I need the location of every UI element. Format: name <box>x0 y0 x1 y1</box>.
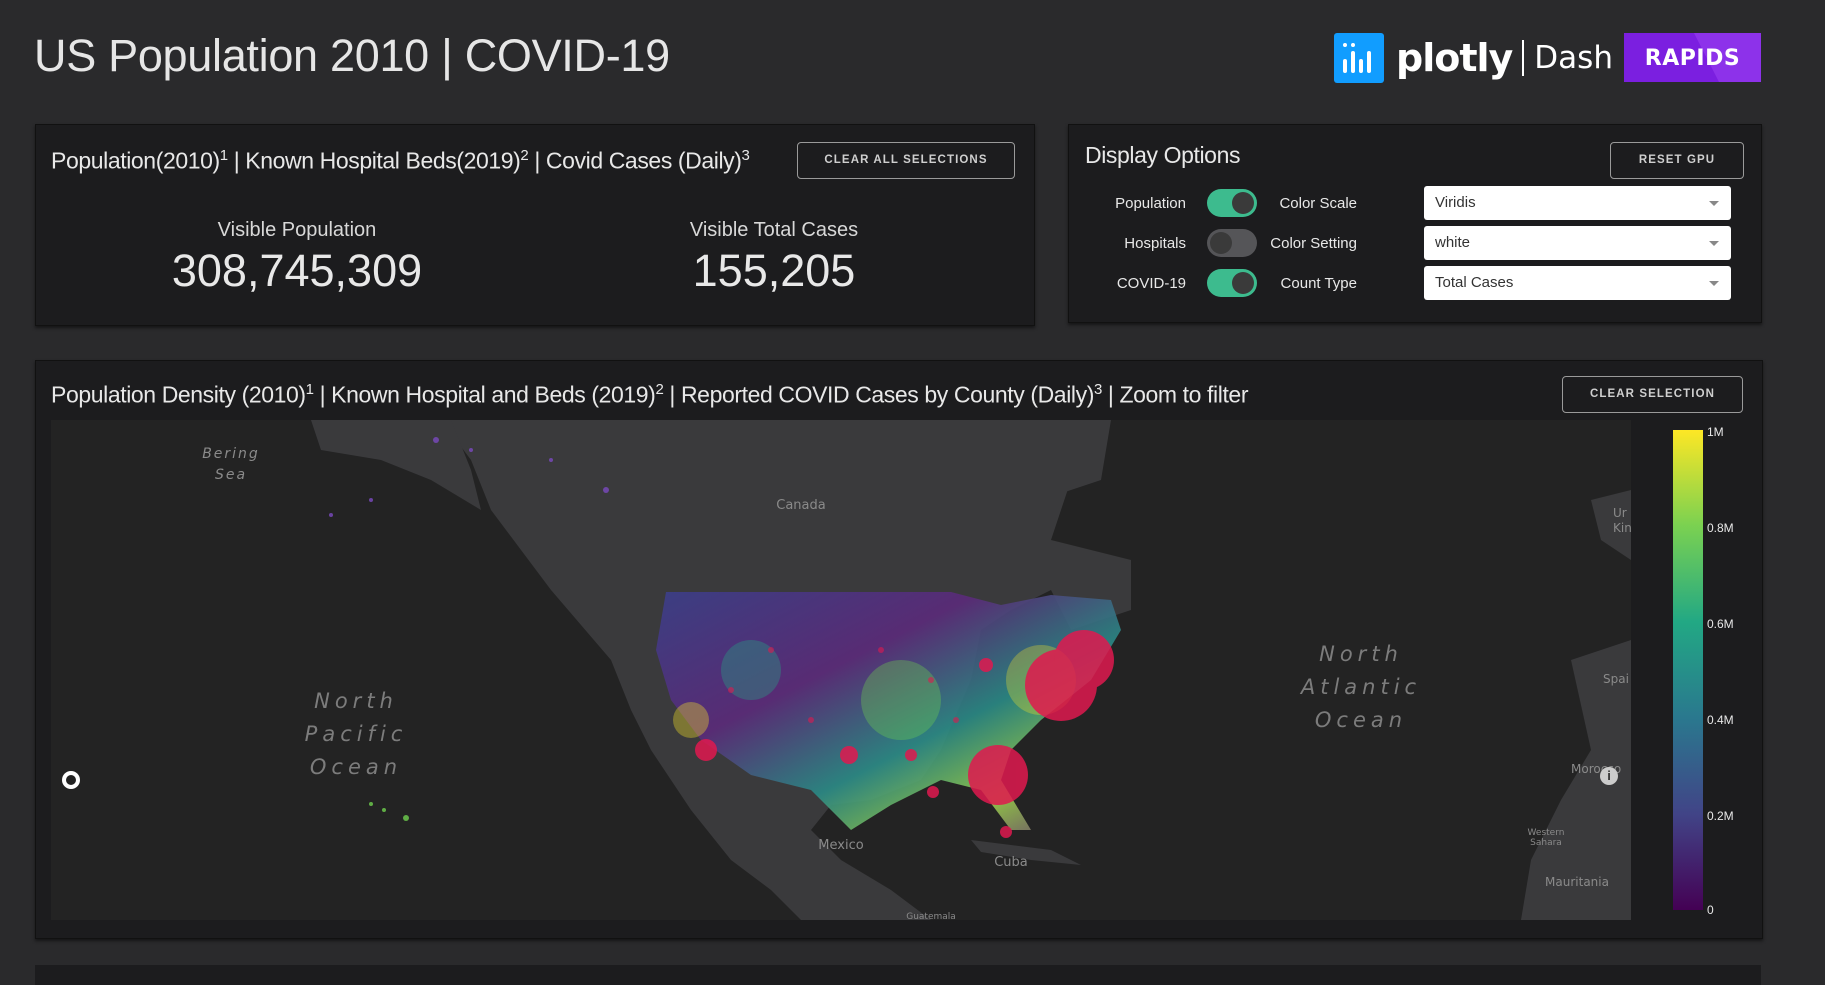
clear-all-selections-button[interactable]: CLEAR ALL SELECTIONS <box>797 142 1015 179</box>
covid-toggle-label: COVID-19 <box>1116 275 1186 292</box>
spain-label: Spai <box>1603 672 1629 686</box>
colorbar-tick: 0 <box>1707 903 1714 917</box>
info-icon[interactable]: i <box>1600 767 1618 785</box>
next-panel-edge <box>35 965 1761 985</box>
chevron-down-icon <box>1709 241 1719 246</box>
north-pacific-ocean-label: North Pacific Ocean <box>304 689 408 779</box>
color-scale-select[interactable]: Viridis <box>1424 186 1731 220</box>
alaska-landmass <box>311 420 481 510</box>
visible-population-value: 308,745,309 <box>171 245 423 296</box>
colorbar-tick: 0.2M <box>1707 809 1734 823</box>
display-options-panel: Display Options RESET GPU Population Hos… <box>1068 124 1762 323</box>
page-title: US Population 2010 | COVID-19 <box>34 30 670 81</box>
stats-panel-title: Population(2010)1 | Known Hospital Beds(… <box>51 147 750 174</box>
uk-label: UrKing <box>1613 506 1631 535</box>
colorbar-tick: 0.4M <box>1707 713 1734 727</box>
plotly-wordmark: plotly <box>1396 36 1513 80</box>
color-scale-label: Color Scale <box>1279 195 1357 212</box>
color-setting-select[interactable]: white <box>1424 226 1731 260</box>
logo-separator <box>1522 40 1525 76</box>
count-type-label: Count Type <box>1280 275 1357 292</box>
color-setting-label: Color Setting <box>1270 235 1357 252</box>
visible-population-label: Visible Population <box>217 219 377 241</box>
cuba-label: Cuba <box>994 855 1028 870</box>
chevron-down-icon <box>1709 201 1719 206</box>
colorbar-tick: 0.8M <box>1707 521 1734 535</box>
chevron-down-icon <box>1709 281 1719 286</box>
clear-selection-button[interactable]: CLEAR SELECTION <box>1562 376 1743 413</box>
plotly-dash-logo[interactable]: plotly Dash <box>1334 32 1613 84</box>
bering-sea-label: Bering Sea <box>202 446 260 483</box>
reset-gpu-button[interactable]: RESET GPU <box>1610 142 1744 179</box>
visible-cases-value: 155,205 <box>692 245 856 296</box>
map-panel-title: Population Density (2010)1 | Known Hospi… <box>51 381 1249 408</box>
stats-panel: Population(2010)1 | Known Hospital Beds(… <box>35 124 1035 326</box>
rapids-wordmark: RAPIDS <box>1644 46 1741 71</box>
mexico-label: Mexico <box>818 838 864 853</box>
guatemala-label: Guatemala <box>906 912 956 920</box>
canada-label: Canada <box>776 498 826 513</box>
mauritania-label: Mauritania <box>1545 875 1609 889</box>
colorbar-tick: 1M <box>1707 425 1724 439</box>
rapids-logo[interactable]: RAPIDS <box>1624 33 1761 82</box>
count-type-select[interactable]: Total Cases <box>1424 266 1731 300</box>
dash-wordmark: Dash <box>1534 40 1613 76</box>
colorbar-tick: 0.6M <box>1707 617 1734 631</box>
plotly-logo-icon <box>1334 33 1384 83</box>
hospitals-toggle-label: Hospitals <box>1124 235 1186 252</box>
colorbar <box>1673 430 1703 910</box>
population-toggle-label: Population <box>1115 195 1186 212</box>
map-canvas[interactable]: Bering Sea Canada North Pacific Ocean North… <box>51 420 1631 920</box>
visible-cases-label: Visible Total Cases <box>689 219 859 241</box>
north-atlantic-ocean-label: North Atlantic Ocean <box>1300 642 1422 732</box>
display-options-title: Display Options <box>1085 142 1241 168</box>
mapbox-logo-icon[interactable] <box>62 771 80 789</box>
western-sahara-label: Western Sahara <box>1527 828 1565 848</box>
